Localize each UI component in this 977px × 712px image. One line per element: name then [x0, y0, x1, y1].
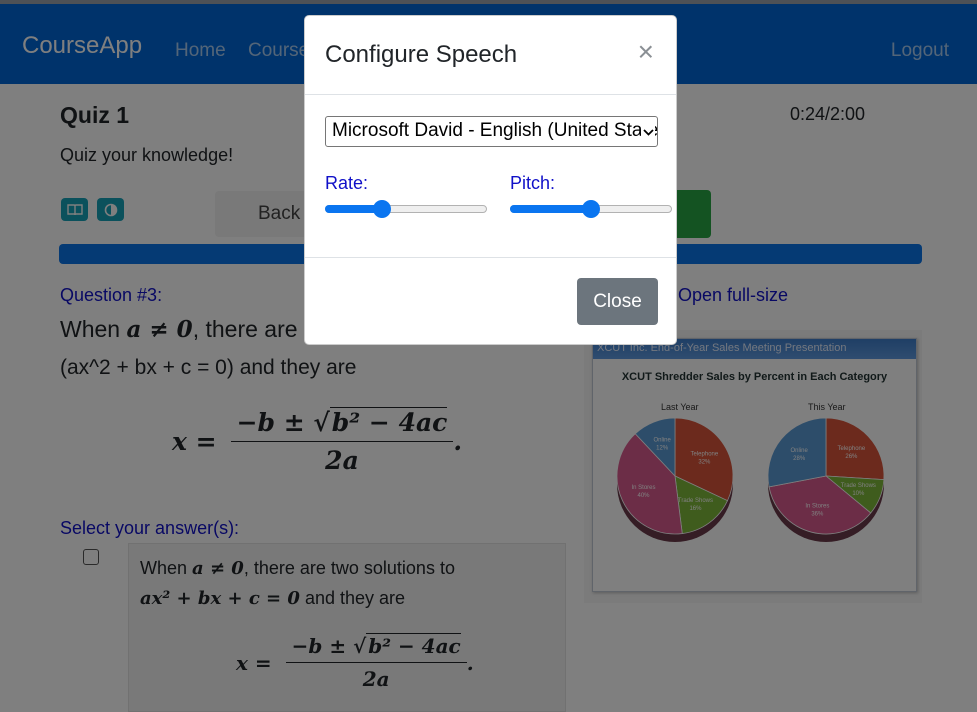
- close-button[interactable]: Close: [577, 278, 658, 325]
- modal-header: Configure Speech ×: [305, 16, 676, 95]
- pitch-label: Pitch:: [510, 173, 556, 193]
- modal-footer-divider: [305, 257, 676, 258]
- chevron-down-icon: [641, 120, 655, 144]
- rate-slider[interactable]: [325, 200, 487, 218]
- pitch-slider-fill: [510, 205, 591, 213]
- pitch-slider-thumb[interactable]: [582, 200, 600, 218]
- rate-slider-thumb[interactable]: [372, 200, 391, 218]
- modal-title: Configure Speech: [325, 41, 518, 68]
- rate-label: Rate:: [325, 173, 369, 193]
- voice-select-value: Microsoft David - English (United States…: [332, 120, 658, 141]
- close-icon[interactable]: ×: [638, 38, 654, 66]
- voice-select[interactable]: Microsoft David - English (United States…: [325, 116, 658, 147]
- pitch-slider[interactable]: [510, 200, 672, 218]
- configure-speech-modal: Configure Speech × Microsoft David - Eng…: [304, 15, 677, 345]
